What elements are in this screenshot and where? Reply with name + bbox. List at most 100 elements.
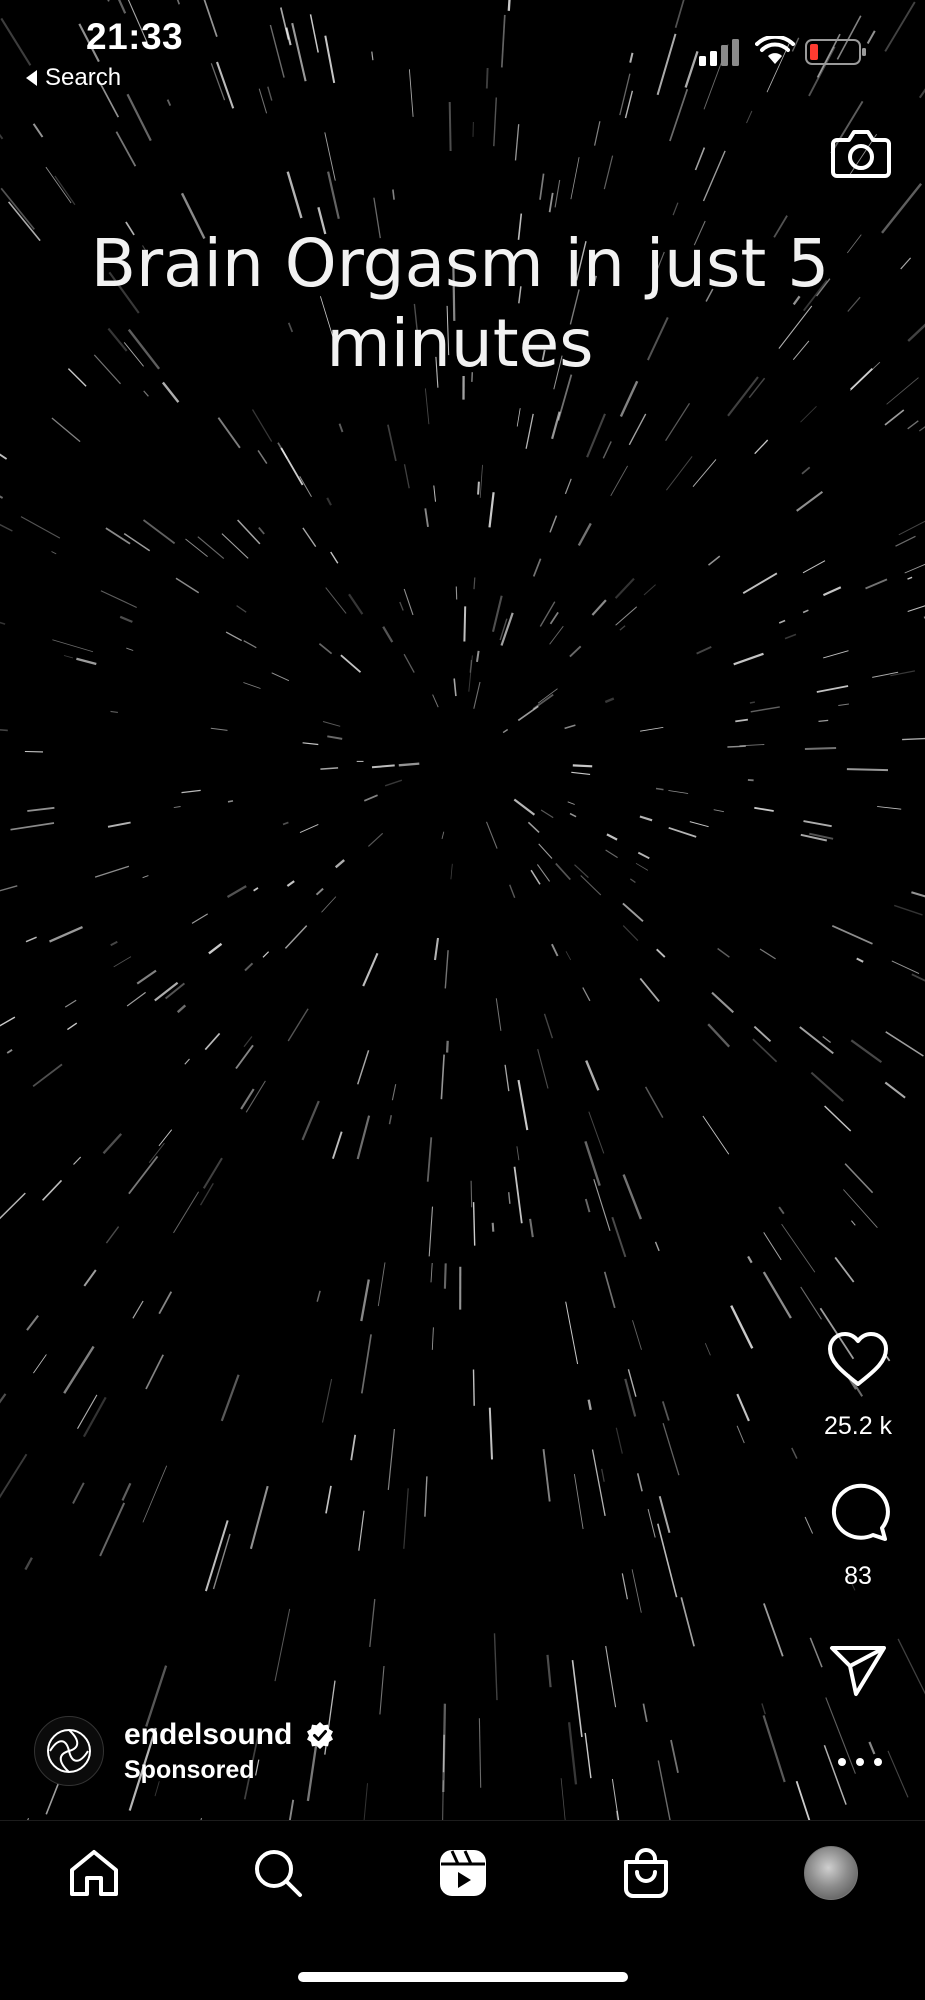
particle-streak [1,188,34,229]
particle-streak [362,1334,371,1393]
particle-streak [709,556,720,565]
particle-streak [319,644,331,654]
particle-streak [579,523,591,545]
particle-streak [544,1449,550,1501]
particle-streak [327,736,342,739]
more-options-icon[interactable] [838,1752,882,1772]
particle-streak [198,537,224,559]
particle-streak [819,720,829,721]
share-send-icon[interactable] [826,1640,890,1700]
particle-streak [238,520,260,544]
particle-streak [754,808,773,811]
particle-streak [625,1379,635,1417]
particle-streak [258,450,267,463]
account-avatar[interactable] [34,1716,104,1786]
particle-streak [311,14,319,52]
particle-streak [52,552,57,554]
particle-streak [480,465,482,498]
particle-streak [640,978,659,1001]
particle-streak [128,94,151,140]
endel-logo-icon [44,1726,94,1776]
particle-streak [341,655,361,672]
particle-streak [896,536,916,546]
particle-streak [690,822,709,827]
tab-search[interactable] [250,1845,306,1901]
particle-streak [703,1116,729,1154]
account-row[interactable]: endelsound Sponsored [34,1716,334,1786]
particle-streak [573,1660,582,1737]
particle-streak [25,1558,32,1570]
particle-streak [108,823,131,827]
particle-streak [616,607,637,626]
particle-streak [704,151,726,201]
particle-streak [811,1073,843,1102]
reels-icon [438,1848,488,1898]
particle-streak [877,807,901,810]
particle-streak [648,1509,655,1537]
particle-streak [218,418,240,448]
particle-streak [538,689,557,704]
particle-streak [571,157,579,199]
home-indicator[interactable] [298,1972,628,1982]
tab-shop[interactable] [618,1845,674,1901]
back-to-search-button[interactable]: Search [26,64,121,92]
particle-streak [663,1423,679,1475]
particle-streak [0,98,3,139]
particle-streak [887,378,919,405]
tab-profile[interactable] [803,1845,859,1901]
particle-streak [697,647,712,654]
particle-streak [236,1045,253,1068]
particle-streak [569,1722,576,1784]
home-icon [68,1848,120,1898]
particle-streak [565,725,576,728]
particle-streak [317,889,324,895]
tab-reels[interactable] [435,1845,491,1901]
particle-streak [541,810,553,818]
particle-streak [432,1327,433,1350]
camera-icon[interactable] [831,126,891,180]
particle-streak [64,656,73,658]
particle-streak [245,963,253,970]
particle-streak [292,23,305,81]
particle-streak [325,36,334,83]
particle-streak [545,1014,553,1038]
status-time: 21:33 [86,16,183,58]
particle-streak [561,1778,569,1820]
particle-streak [364,795,377,801]
particle-streak [779,1207,784,1214]
particle-streak [734,654,764,665]
particle-streak [585,1141,599,1185]
particle-streak [605,1272,615,1308]
particle-streak [288,1009,308,1041]
particle-streak [328,172,339,219]
like-heart-icon[interactable] [826,1330,890,1390]
particle-streak [490,492,494,527]
particle-streak [750,702,755,703]
particle-streak [658,1524,677,1598]
particle-streak [908,421,919,429]
particle-streak [222,534,248,559]
particle-streak [540,174,544,200]
particle-streak [540,602,555,627]
particle-streak [817,686,848,692]
particle-streak [326,588,346,614]
dot [874,1758,882,1766]
particle-streak [748,1256,752,1262]
comment-icon[interactable] [826,1482,890,1542]
particle-streak [571,772,590,774]
particle-streak [43,1180,62,1200]
particle-streak [27,808,54,811]
particle-streak [333,1132,342,1159]
particle-streak [404,1488,408,1549]
particle-streak [283,822,288,824]
particle-streak [176,578,199,592]
particle-streak [323,1379,332,1423]
tab-home[interactable] [66,1845,122,1901]
particle-streak [589,1400,591,1410]
particle-streak [211,728,228,730]
particle-streak [404,589,413,615]
account-username[interactable]: endelsound [124,1718,292,1752]
particle-streak [1,18,30,65]
particle-streak [300,824,318,832]
comments-count: 83 [798,1562,918,1591]
